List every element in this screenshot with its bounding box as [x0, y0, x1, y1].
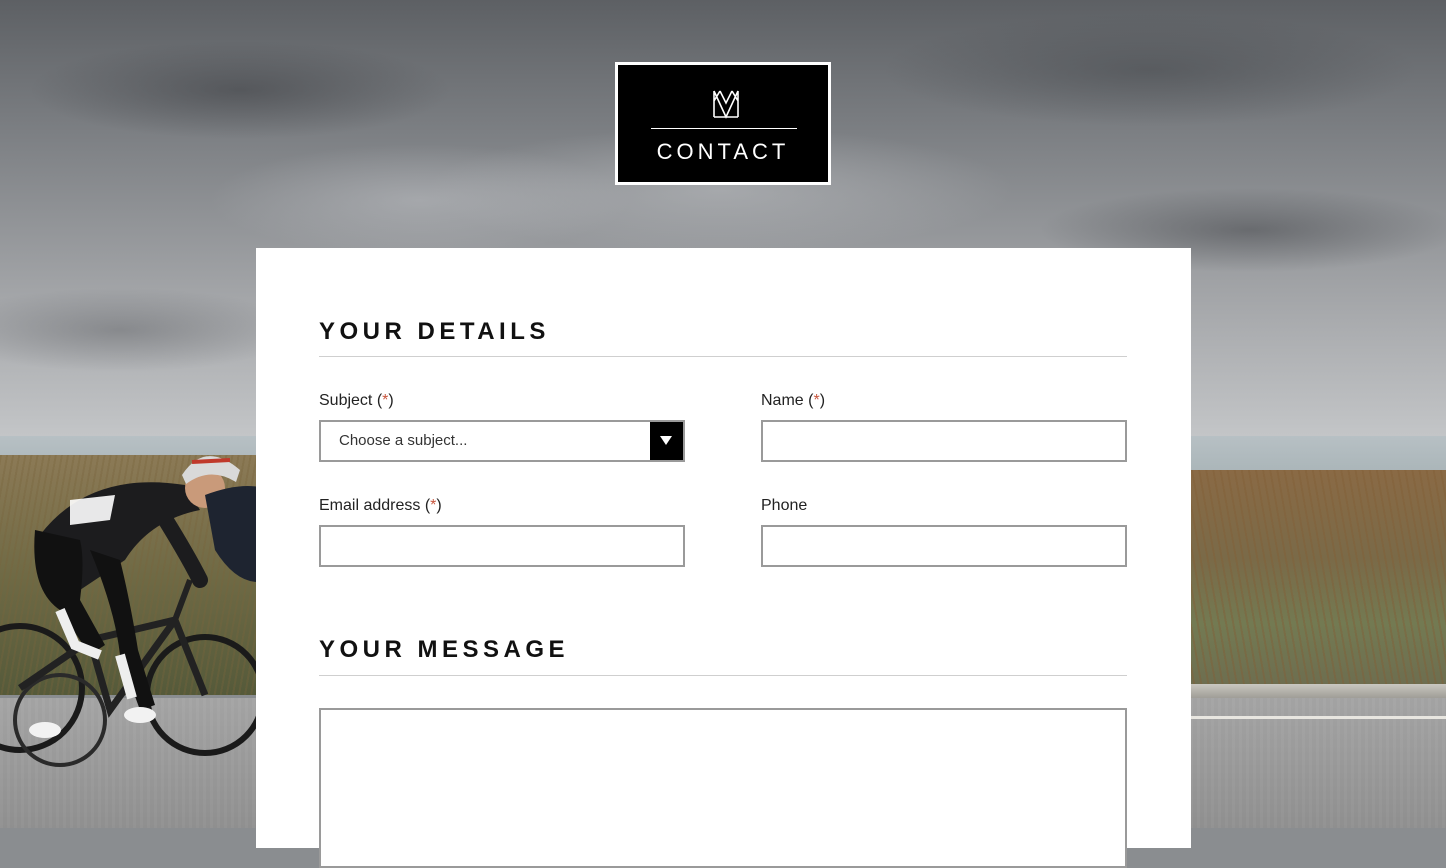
email-label: Email address (*) [319, 497, 442, 514]
roadside-grass-right [1180, 470, 1446, 690]
section-divider [319, 356, 1127, 357]
phone-label: Phone [761, 497, 808, 514]
your-message-heading: YOUR MESSAGE [319, 636, 570, 663]
email-field[interactable] [319, 525, 685, 567]
contact-form-card: YOUR DETAILS Subject (*) Choose a subjec… [256, 248, 1191, 868]
crown-monogram-icon [713, 90, 739, 119]
road-marking [1180, 716, 1446, 719]
select-dropdown-button[interactable] [650, 422, 683, 460]
caret-down-icon [660, 436, 672, 445]
subject-select[interactable]: Choose a subject... [319, 420, 685, 462]
badge-divider [651, 128, 797, 129]
subject-selected-value: Choose a subject... [339, 432, 468, 449]
cyclists-image [0, 456, 270, 767]
subject-label: Subject (*) [319, 392, 394, 409]
page-title: CONTACT [656, 139, 790, 164]
name-field[interactable] [761, 420, 1127, 462]
message-textarea[interactable] [319, 708, 1127, 868]
name-label: Name (*) [761, 392, 826, 409]
your-details-heading: YOUR DETAILS [319, 318, 550, 345]
contact-badge: CONTACT [615, 62, 831, 185]
road-curb [1180, 684, 1446, 698]
section-divider [319, 675, 1127, 676]
phone-field[interactable] [761, 525, 1127, 567]
